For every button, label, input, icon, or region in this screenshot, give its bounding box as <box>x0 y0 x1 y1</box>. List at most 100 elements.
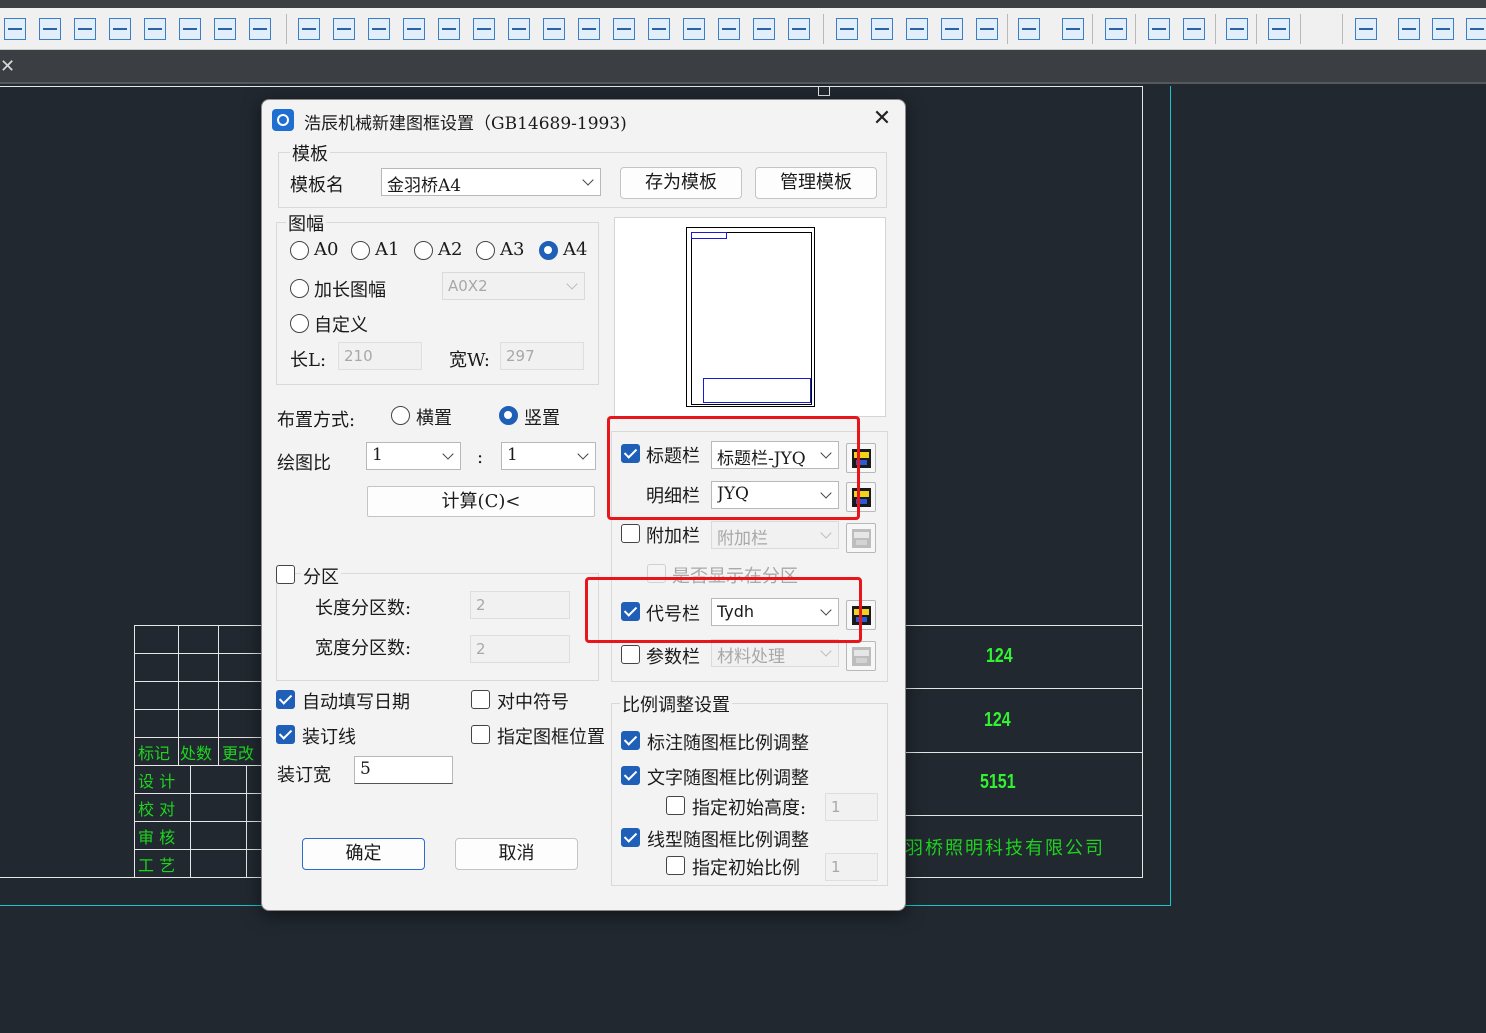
width-value: 297 <box>506 347 535 365</box>
toolbar-tool-icon[interactable] <box>976 18 998 40</box>
toolbar-tool-icon[interactable] <box>144 18 166 40</box>
close-icon[interactable]: ✕ <box>868 105 896 133</box>
cancel-button[interactable]: 取消 <box>455 838 578 870</box>
toolbar-separator <box>286 14 287 44</box>
toolbar-tool-icon[interactable] <box>753 18 775 40</box>
toolbar-tool-icon[interactable] <box>4 18 26 40</box>
param-bar-select[interactable]: 材料处理 <box>711 639 839 667</box>
init-height-checkbox[interactable] <box>666 796 685 815</box>
toolbar-tool-icon[interactable] <box>438 18 460 40</box>
toolbar-tool-icon[interactable] <box>298 18 320 40</box>
init-scale-input[interactable]: 1 <box>825 853 878 881</box>
toolbar-tool-icon[interactable] <box>333 18 355 40</box>
extra-bar-checkbox[interactable] <box>621 524 640 543</box>
frame-position-checkbox[interactable] <box>471 725 490 744</box>
param-bar-value: 材料处理 <box>717 647 785 667</box>
init-scale-checkbox[interactable] <box>666 856 685 875</box>
manage-template-button[interactable]: 管理模板 <box>755 167 877 199</box>
toolbar-tool-icon[interactable] <box>403 18 425 40</box>
extended-size-select[interactable]: A0X2 <box>442 272 585 300</box>
zone-length-label: 长度分区数: <box>315 598 412 619</box>
scale-right-select[interactable]: 1 <box>501 442 596 470</box>
layout-label: 布置方式: <box>277 410 356 431</box>
radio-a3[interactable] <box>476 241 495 260</box>
template-name-select[interactable]: 金羽桥A4 <box>381 168 601 196</box>
zone-label: 分区 <box>301 563 341 589</box>
binding-line-label: 装订线 <box>302 727 356 748</box>
toolbar-tool-icon[interactable] <box>1183 18 1205 40</box>
calculate-button[interactable]: 计算(C)< <box>367 486 595 517</box>
table-line <box>218 625 219 765</box>
ok-button[interactable]: 确定 <box>302 838 425 870</box>
radio-a4[interactable] <box>539 241 558 260</box>
toolbar-tool-icon[interactable] <box>74 18 96 40</box>
param-bar-pick-button[interactable] <box>846 641 876 671</box>
binding-line-checkbox[interactable] <box>276 725 295 744</box>
toolbar-tool-icon[interactable] <box>214 18 236 40</box>
toolbar-tool-icon[interactable] <box>249 18 271 40</box>
toolbar-tool-icon[interactable] <box>683 18 705 40</box>
zone-length-input[interactable]: 2 <box>470 591 570 619</box>
toolbar-tool-icon[interactable] <box>613 18 635 40</box>
chevron-down-icon <box>442 448 454 460</box>
toolbar-tool-icon[interactable] <box>1398 18 1420 40</box>
toolbar-tool-icon[interactable] <box>368 18 390 40</box>
toolbar-tool-icon[interactable] <box>1226 18 1248 40</box>
length-input[interactable]: 210 <box>338 342 422 370</box>
toolbar-tool-icon[interactable] <box>1105 18 1127 40</box>
toolbar-tool-icon[interactable] <box>1432 18 1454 40</box>
toolbar-tool-icon[interactable] <box>1062 18 1084 40</box>
toolbar-tool-icon[interactable] <box>718 18 740 40</box>
toolbar-tool-icon[interactable] <box>39 18 61 40</box>
dialog-title: 浩辰机械新建图框设置（GB14689-1993) <box>304 114 627 134</box>
toolbar-tool-icon[interactable] <box>179 18 201 40</box>
toolbar-tool-icon[interactable] <box>648 18 670 40</box>
company-name: 羽桥照明科技有限公司 <box>905 838 1105 859</box>
scale-left-select[interactable]: 1 <box>366 442 461 470</box>
toolbar-tool-icon[interactable] <box>836 18 858 40</box>
radio-custom-size[interactable] <box>290 314 309 333</box>
table-line <box>134 765 262 766</box>
toolbar-tool-icon[interactable] <box>543 18 565 40</box>
init-height-input[interactable]: 1 <box>825 793 878 821</box>
toolbar-tool-icon[interactable] <box>508 18 530 40</box>
toolbar-tool-icon[interactable] <box>1466 18 1486 40</box>
extra-bar-select[interactable]: 附加栏 <box>711 521 839 549</box>
center-mark-label: 对中符号 <box>497 692 569 713</box>
linetype-follow-checkbox[interactable] <box>621 828 640 847</box>
param-bar-checkbox[interactable] <box>621 645 640 664</box>
zone-width-input[interactable]: 2 <box>470 635 570 663</box>
radio-a1[interactable] <box>351 241 370 260</box>
radio-extended-size[interactable] <box>290 279 309 298</box>
radio-a0[interactable] <box>290 241 309 260</box>
text-follow-checkbox[interactable] <box>621 766 640 785</box>
table-header-cell: 更改 <box>222 744 255 763</box>
radio-vertical[interactable] <box>499 406 518 425</box>
width-label: 宽W: <box>449 350 491 371</box>
radio-a2[interactable] <box>414 241 433 260</box>
auto-date-checkbox[interactable] <box>276 690 295 709</box>
toolbar-tool-icon[interactable] <box>871 18 893 40</box>
save-template-button[interactable]: 存为模板 <box>620 167 742 199</box>
toolbar-tool-icon[interactable] <box>109 18 131 40</box>
center-mark-checkbox[interactable] <box>471 690 490 709</box>
toolbar-tool-icon[interactable] <box>1018 18 1040 40</box>
close-icon[interactable]: ✕ <box>0 56 15 77</box>
dim-follow-checkbox[interactable] <box>621 731 640 750</box>
toolbar-tool-icon[interactable] <box>1148 18 1170 40</box>
width-input[interactable]: 297 <box>500 342 584 370</box>
toolbar-separator <box>823 14 824 44</box>
toolbar-tool-icon[interactable] <box>906 18 928 40</box>
zone-checkbox[interactable] <box>276 565 295 584</box>
toolbar-tool-icon[interactable] <box>788 18 810 40</box>
toolbar-tool-icon[interactable] <box>1355 18 1377 40</box>
table-line <box>900 625 1143 626</box>
toolbar-tool-icon[interactable] <box>473 18 495 40</box>
binding-width-input[interactable]: 5 <box>354 756 453 784</box>
toolbar-tool-icon[interactable] <box>578 18 600 40</box>
radio-horizontal[interactable] <box>391 406 410 425</box>
toolbar-tool-icon[interactable] <box>1268 18 1290 40</box>
chevron-down-icon <box>566 278 578 290</box>
extra-bar-pick-button[interactable] <box>846 523 876 553</box>
toolbar-tool-icon[interactable] <box>941 18 963 40</box>
